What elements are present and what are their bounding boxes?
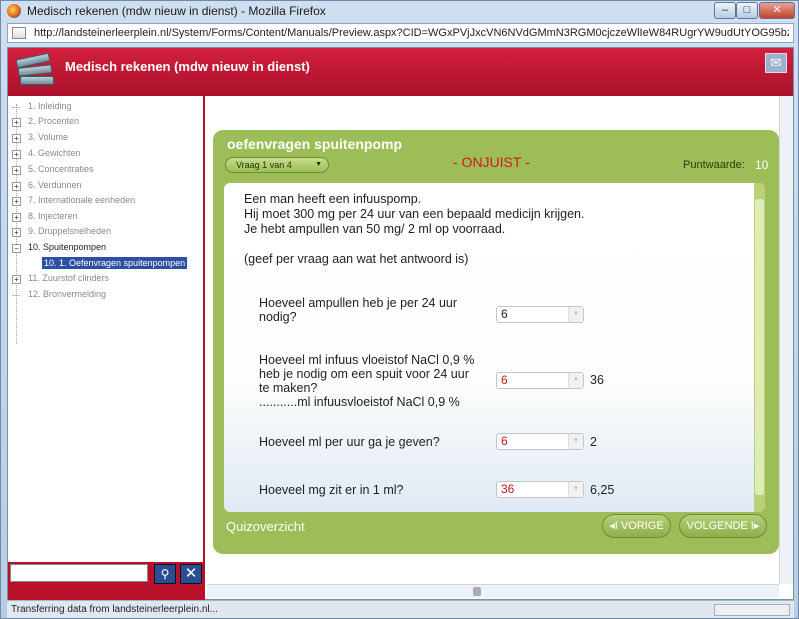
maximize-button[interactable]: □	[736, 2, 758, 19]
expand-icon[interactable]: +	[12, 275, 21, 284]
sidebar-subitem-oefenvragen[interactable]: 10. 1. Oefenvragen spuitenpompen	[42, 257, 188, 269]
question-label: Hoeveel ml infuus vloeistof NaCl 0,9 % he…	[259, 353, 475, 409]
scroll-thumb[interactable]	[473, 587, 481, 596]
status-bar: Transferring data from landsteinerleerpl…	[7, 600, 794, 618]
question-label: Hoeveel ml per uur ga je geven?	[259, 435, 440, 449]
question-label: Hoeveel mg zit er in 1 ml?	[259, 483, 404, 497]
app-title: Medisch rekenen (mdw nieuw in dienst)	[65, 59, 310, 74]
title-bar[interactable]: Medisch rekenen (mdw nieuw in dienst) - …	[1, 1, 798, 21]
page-icon	[12, 27, 26, 39]
address-bar[interactable]: http://landsteinerleerplein.nl/System/Fo…	[7, 23, 794, 43]
points-value: 10	[755, 158, 769, 172]
previous-button[interactable]: ◂I VORIGE	[602, 514, 671, 538]
quiz-panel: oefenvragen spuitenpomp Vraag 1 van 4 ▼ -…	[213, 130, 779, 554]
progress-bar	[714, 604, 790, 616]
instruction-text: (geef per vraag aan wat het antwoord is)	[244, 252, 469, 266]
browser-window: Medisch rekenen (mdw nieuw in dienst) - …	[0, 0, 799, 619]
close-window-button[interactable]: ✕	[759, 2, 795, 19]
sidebar-tree: 1. Inleiding +2. Procenten +3. Volume +4…	[8, 96, 205, 601]
expand-icon[interactable]: +	[12, 197, 21, 206]
question-label: Hoeveel ampullen heb je per 24 uur nodig?	[259, 296, 458, 324]
intro-line: Een man heeft een infuuspomp.	[244, 192, 422, 206]
main-pane: oefenvragen spuitenpomp Vraag 1 van 4 ▼ -…	[207, 96, 779, 584]
question-select[interactable]: Vraag 1 van 4 ▼	[225, 157, 329, 173]
expand-icon[interactable]: +	[12, 118, 21, 127]
app-frame: Medisch rekenen (mdw nieuw in dienst) ✉ …	[7, 47, 794, 601]
expand-icon[interactable]: +	[12, 150, 21, 159]
correct-answer: 36	[590, 373, 604, 387]
intro-line: Je hebt ampullen van 50 mg/ 2 ml op voor…	[244, 222, 506, 236]
points-label: Puntwaarde:	[683, 159, 745, 171]
next-button[interactable]: VOLGENDE I▸	[679, 514, 767, 538]
intro-line: Hij moet 300 mg per 24 uur van een bepaa…	[244, 207, 585, 221]
window-title: Medisch rekenen (mdw nieuw in dienst) - …	[27, 4, 326, 18]
quiz-title: oefenvragen spuitenpomp	[227, 136, 403, 152]
chevron-down-icon: ▼	[315, 161, 322, 168]
chevron-down-icon[interactable]: ▼	[568, 482, 583, 497]
firefox-icon	[7, 4, 21, 18]
answer-input[interactable]: 6 ▼	[496, 372, 584, 389]
correct-answer: 2	[590, 435, 597, 449]
url-text: http://landsteinerleerplein.nl/System/Fo…	[34, 27, 789, 39]
answer-input[interactable]: 6 ▼	[496, 433, 584, 450]
main-horizontal-scrollbar[interactable]	[207, 584, 779, 598]
status-text: Transferring data from landsteinerleerpl…	[11, 604, 218, 615]
expand-icon[interactable]: +	[12, 134, 21, 143]
sidebar-search-bar: ⚲ ✕	[8, 562, 203, 601]
question-intro: Een man heeft een infuuspomp. Hij moet 3…	[244, 192, 584, 267]
app-header: Medisch rekenen (mdw nieuw in dienst) ✉	[8, 48, 793, 96]
expand-icon[interactable]: +	[12, 166, 21, 175]
quiz-overview-link[interactable]: Quizoverzicht	[226, 519, 305, 534]
books-logo-icon	[14, 52, 58, 92]
correct-answer: 6,25	[590, 483, 615, 497]
answer-input[interactable]: 6 ▼	[496, 306, 584, 323]
expand-icon[interactable]: +	[12, 228, 21, 237]
minimize-button[interactable]: –	[714, 2, 736, 19]
chevron-down-icon[interactable]: ▼	[568, 434, 583, 449]
question-select-value: Vraag 1 van 4	[236, 160, 292, 170]
sidebar-search-input[interactable]	[10, 564, 148, 582]
main-vertical-scrollbar[interactable]	[779, 96, 793, 584]
question-scroll-thumb[interactable]	[755, 199, 764, 495]
question-body: Een man heeft een infuuspomp. Hij moet 3…	[224, 183, 765, 512]
mail-icon[interactable]: ✉	[765, 53, 787, 73]
expand-icon[interactable]: +	[12, 182, 21, 191]
answer-status: - ONJUIST -	[453, 154, 530, 170]
close-icon[interactable]: ✕	[180, 564, 202, 584]
expand-icon[interactable]: +	[12, 213, 21, 222]
chevron-down-icon[interactable]: ▼	[568, 373, 583, 388]
answer-input[interactable]: 36 ▼	[496, 481, 584, 498]
chevron-down-icon[interactable]: ▼	[568, 307, 583, 322]
collapse-icon[interactable]: −	[12, 244, 21, 253]
binoculars-icon[interactable]: ⚲	[154, 564, 176, 584]
